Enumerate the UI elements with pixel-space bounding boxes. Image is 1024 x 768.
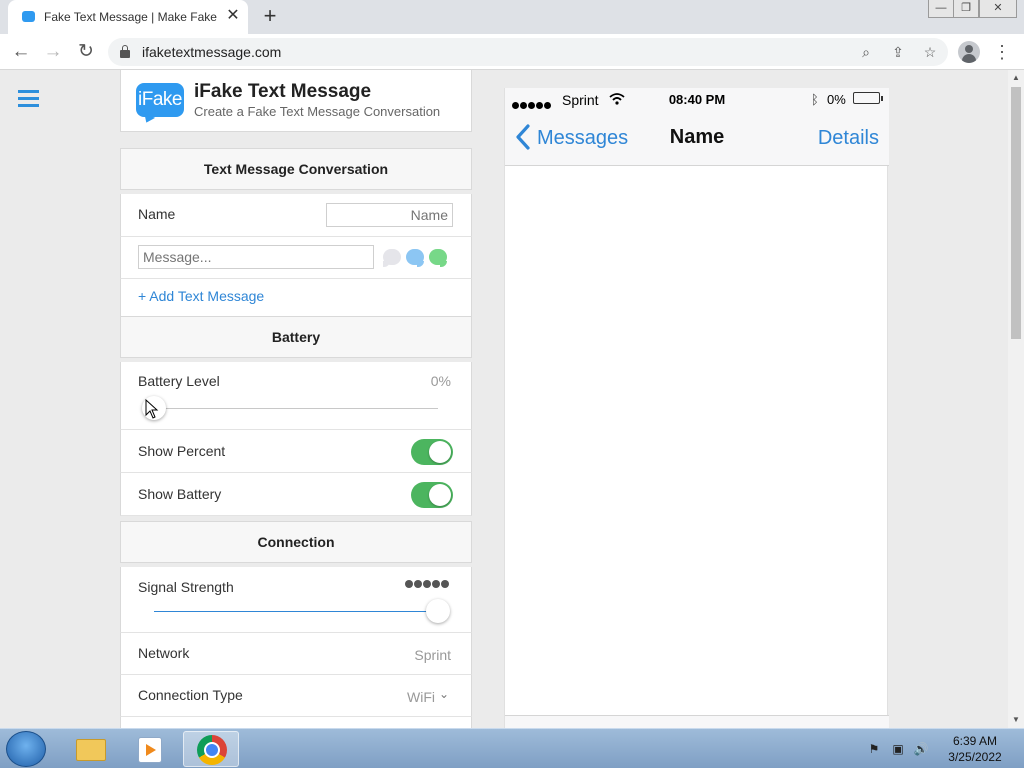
signal-dot [423,580,431,588]
forward-arrow-icon[interactable]: → [41,40,65,64]
battery-section-heading: Battery [120,316,472,358]
phone-status-bar: Sprint 08:40 PM ᛒ 0% [505,88,889,110]
page-scrollbar[interactable]: ▲ ▼ [1008,70,1024,728]
profile-avatar-icon[interactable] [958,41,980,63]
action-center-icon[interactable]: ⚑ [866,741,882,757]
zoom-icon[interactable]: ⌕ [856,42,876,62]
brand-header: iFake iFake Text Message Create a Fake T… [120,70,472,132]
tray-clock[interactable]: 6:39 AM [938,734,1012,748]
sms-bubble-icon[interactable] [429,249,447,267]
lock-icon[interactable] [120,45,130,58]
site-favicon-icon [22,11,35,22]
add-message-row: + Add Text Message [120,279,472,317]
signal-slider-knob[interactable] [426,599,450,623]
browser-tab-bar: Fake Text Message | Make Fake Te ✕ + — ❐… [0,0,1024,34]
windows-taskbar: ⚑ ▣ 🔊 6:39 AM 3/25/2022 [0,728,1024,768]
browser-tab[interactable]: Fake Text Message | Make Fake Te ✕ [8,0,248,34]
show-percent-row: Show Percent [120,430,472,473]
message-row [120,237,472,279]
network-value[interactable]: Sprint [414,647,451,663]
show-battery-toggle[interactable] [411,482,453,508]
signal-dots-icon [404,579,449,591]
message-input[interactable] [138,245,374,269]
network-tray-icon[interactable]: ▣ [890,741,906,757]
received-bubble-icon[interactable] [383,249,401,267]
battery-icon [853,92,883,104]
folder-icon [76,739,106,761]
battery-level-value: 0% [430,373,451,389]
conversation-section-heading: Text Message Conversation [120,148,472,190]
connection-type-select[interactable]: WiFi [407,689,435,705]
signal-dot [405,580,413,588]
ifake-logo[interactable]: iFake [136,83,184,117]
url-text[interactable]: ifaketextmessage.com [142,44,281,60]
share-icon[interactable]: ⇪ [888,42,908,62]
network-row: Network Sprint [120,633,472,675]
taskbar-media-player[interactable] [122,731,178,767]
brand-title: iFake Text Message [194,81,372,102]
name-label: Name [138,206,176,222]
tab-title: Fake Text Message | Make Fake Te [44,10,220,24]
phone-preview: Sprint 08:40 PM ᛒ 0% Messages Name Detai… [504,88,889,728]
signal-strength-label: Signal Strength [138,579,234,595]
phone-input-bar [505,715,889,728]
address-bar[interactable]: ifaketextmessage.com ⌕ ⇪ ☆ [108,38,948,66]
signal-strength-slider[interactable] [154,599,450,623]
browser-menu-icon[interactable]: ⋮ [992,40,1012,64]
bookmark-star-icon[interactable]: ☆ [920,42,940,62]
signal-strength-row: Signal Strength [120,567,472,633]
name-input[interactable] [326,203,453,227]
tab-close-icon[interactable]: ✕ [224,6,242,26]
show-percent-label: Show Percent [138,443,226,459]
brand-subtitle: Create a Fake Text Message Conversation [194,104,441,119]
bluetooth-icon: ᛒ [811,92,819,107]
battery-level-label: Battery Level [138,373,220,389]
show-battery-row: Show Battery [120,473,472,516]
scroll-up-icon[interactable]: ▲ [1008,70,1024,86]
signal-dot [432,580,440,588]
imessage-bubble-icon[interactable] [406,249,424,267]
add-text-message-link[interactable]: + Add Text Message [138,288,264,304]
hamburger-icon[interactable] [18,90,39,108]
tray-date[interactable]: 3/25/2022 [938,750,1012,764]
next-row [120,717,472,728]
connection-section-heading: Connection [120,521,472,563]
name-row: Name [120,194,472,237]
phone-nav-bar: Messages Name Details [505,110,889,166]
signal-dot [441,580,449,588]
reload-icon[interactable]: ↻ [74,40,98,64]
back-arrow-icon[interactable]: ← [9,40,33,64]
close-window-button[interactable]: ✕ [979,0,1017,18]
battery-level-row: Battery Level 0% [120,362,472,430]
connection-type-row: Connection Type WiFi ⌄ [120,675,472,717]
signal-dot [414,580,422,588]
chrome-icon [197,735,227,765]
details-button[interactable]: Details [818,127,879,150]
scroll-thumb[interactable] [1011,87,1021,339]
restore-button[interactable]: ❐ [953,0,979,18]
new-tab-button[interactable]: + [258,4,282,28]
mouse-cursor-icon [145,399,159,419]
volume-icon[interactable]: 🔊 [913,741,929,757]
show-battery-label: Show Battery [138,486,222,502]
windows-start-icon[interactable] [6,731,46,767]
battery-level-slider[interactable] [142,396,438,420]
scroll-down-icon[interactable]: ▼ [1008,712,1024,728]
media-player-icon [138,737,162,763]
taskbar-chrome[interactable] [183,731,239,767]
browser-toolbar: ← → ↻ ifaketextmessage.com ⌕ ⇪ ☆ ⋮ [0,34,1024,70]
phone-battery-percent: 0% [827,92,846,107]
minimize-button[interactable]: — [928,0,954,18]
taskbar-explorer[interactable] [62,731,118,767]
show-percent-toggle[interactable] [411,439,453,465]
connection-type-label: Connection Type [138,687,243,703]
chevron-down-icon[interactable]: ⌄ [439,687,449,701]
network-label: Network [138,645,190,661]
